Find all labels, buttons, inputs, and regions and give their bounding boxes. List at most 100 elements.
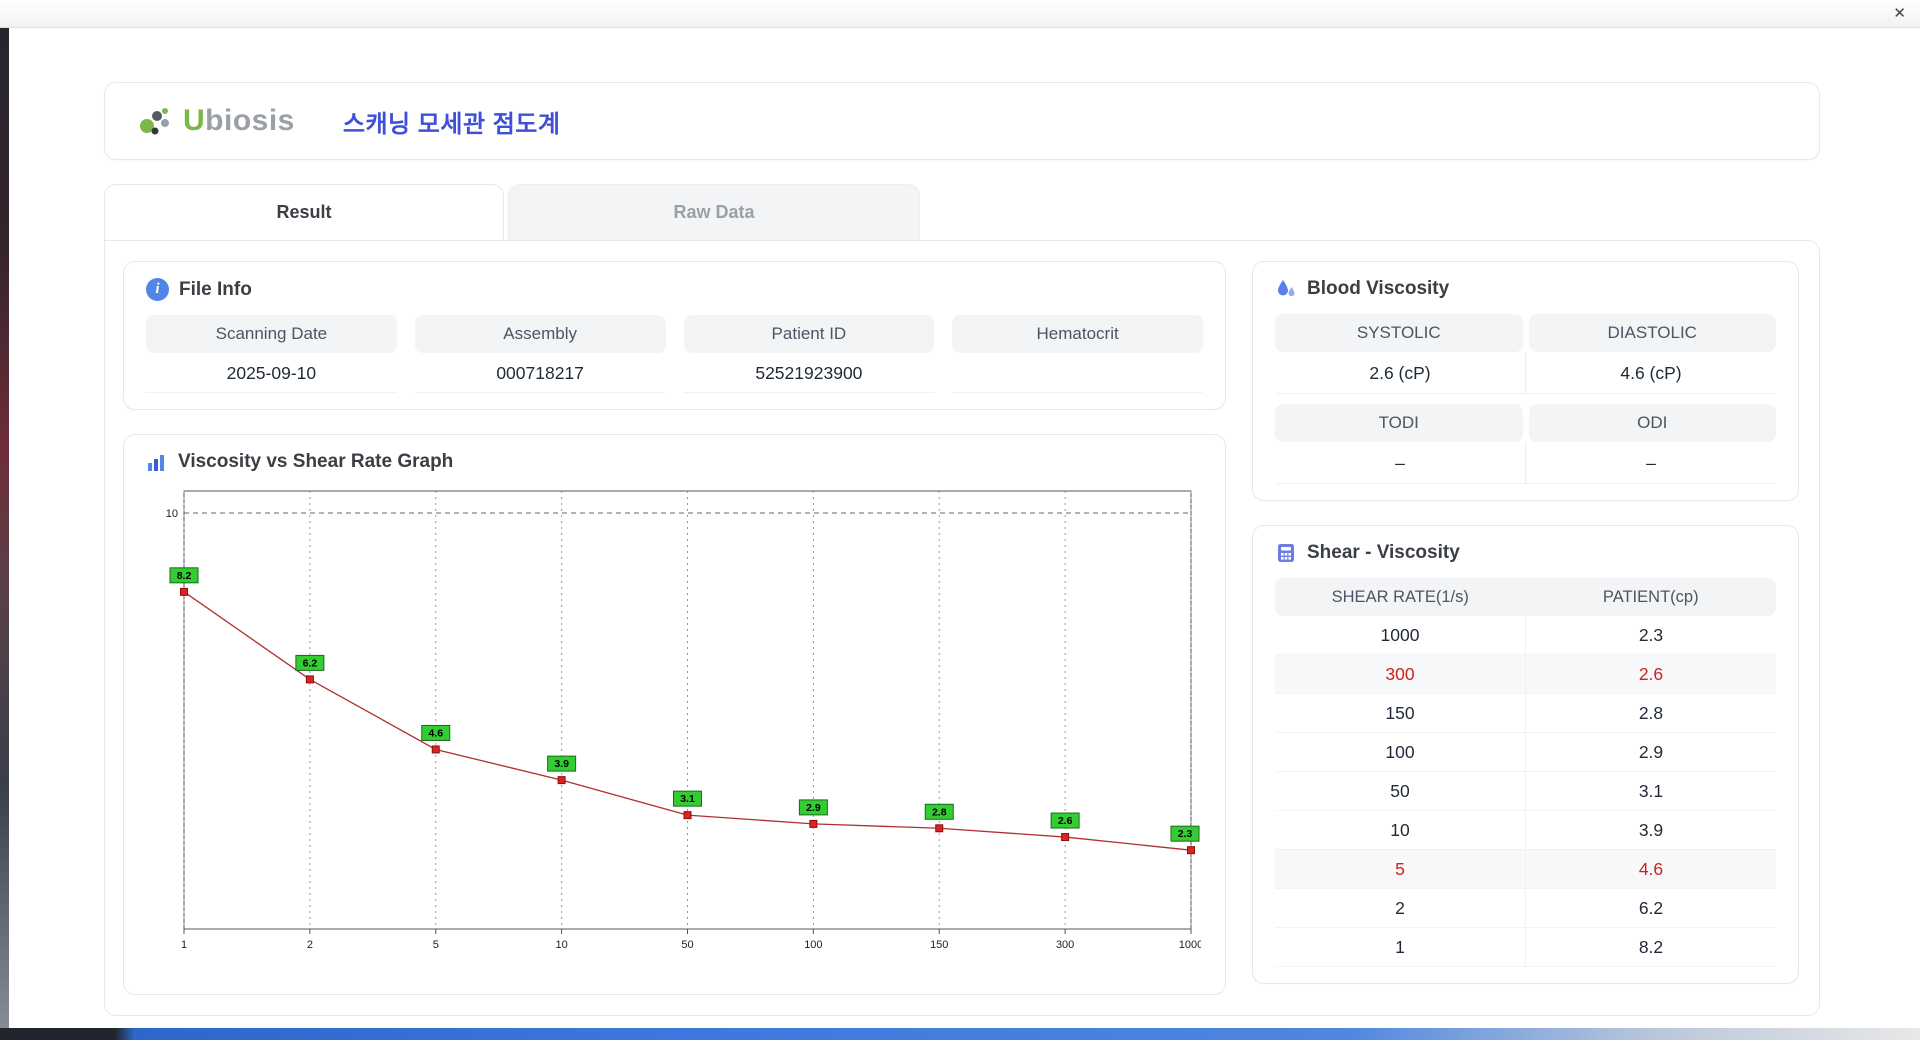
x-tick-label: 300 <box>1056 939 1074 951</box>
logo-cluster-icon <box>140 108 169 135</box>
data-point-label: 3.9 <box>554 758 569 770</box>
todi-label: TODI <box>1275 404 1523 442</box>
cell-shear-rate: 300 <box>1385 664 1415 684</box>
field-label: Scanning Date <box>146 315 397 353</box>
x-tick-label: 100 <box>804 939 822 951</box>
col-patient: PATIENT(cp) <box>1602 588 1699 606</box>
result-panel: i File Info Scanning Date 2025-09-10 Assem… <box>104 240 1820 1016</box>
blood-viscosity-card: Blood Viscosity SYSTOLIC DIASTOLIC 2.6 (… <box>1252 261 1799 501</box>
cell-shear-rate: 10 <box>1390 820 1410 840</box>
cell-patient: 6.2 <box>1525 889 1776 927</box>
tab-raw-data[interactable]: Raw Data <box>508 184 920 240</box>
data-point-marker <box>1061 833 1070 842</box>
odi-value: – <box>1525 442 1776 484</box>
field-value: 000718217 <box>414 353 666 393</box>
file-info-fields: Scanning Date 2025-09-10 Assembly 000718217… <box>146 315 1203 393</box>
data-point-label: 6.2 <box>303 657 318 669</box>
left-column: i File Info Scanning Date 2025-09-10 Assem… <box>123 261 1226 995</box>
odi-label: ODI <box>1528 404 1776 442</box>
blood-viscosity-grid: SYSTOLIC DIASTOLIC 2.6 (cP) 4.6 (cP) TOD… <box>1275 314 1776 484</box>
field-value: 2025-09-10 <box>146 353 397 393</box>
cell-patient: 2.3 <box>1525 616 1776 654</box>
data-point-marker <box>809 819 818 828</box>
shear-viscosity-title-text: Shear - Viscosity <box>1307 542 1460 563</box>
blood-viscosity-title: Blood Viscosity <box>1275 278 1776 300</box>
cell-shear-rate: 1 <box>1395 937 1405 957</box>
data-point-marker <box>1187 846 1195 855</box>
systolic-label: SYSTOLIC <box>1275 314 1523 352</box>
data-point-label: 2.6 <box>1058 815 1073 827</box>
info-icon: i <box>146 278 169 301</box>
x-tick-label: 5 <box>433 939 439 951</box>
data-point-marker <box>305 675 314 684</box>
field-value: 52521923900 <box>683 353 935 393</box>
table-row: 10 3.9 <box>1275 811 1776 850</box>
file-info-field: Patient ID 52521923900 <box>683 315 935 393</box>
app-window: Ubiosis 스캐닝 모세관 점도계 Result Raw Data i Fi… <box>9 28 1920 1028</box>
desktop-edge-left <box>0 28 9 1040</box>
file-info-title: i File Info <box>146 278 1203 301</box>
x-tick-label: 1000 <box>1179 939 1201 951</box>
data-point-marker <box>683 811 692 820</box>
file-info-card: i File Info Scanning Date 2025-09-10 Assem… <box>123 261 1226 410</box>
data-point-marker <box>935 824 944 833</box>
cell-patient: 4.6 <box>1525 850 1776 888</box>
graph-title-text: Viscosity vs Shear Rate Graph <box>178 451 454 472</box>
cell-patient: 2.8 <box>1525 694 1776 732</box>
graph-title: Viscosity vs Shear Rate Graph <box>146 451 1203 473</box>
file-info-field: Assembly 000718217 <box>414 315 666 393</box>
file-info-field: Hematocrit <box>952 315 1203 393</box>
cell-patient: 8.2 <box>1525 928 1776 966</box>
data-point-label: 2.3 <box>1178 828 1193 840</box>
droplets-icon <box>1278 280 1295 297</box>
calculator-icon <box>1278 544 1294 562</box>
data-point-label: 2.9 <box>806 802 821 814</box>
right-column: Blood Viscosity SYSTOLIC DIASTOLIC 2.6 (… <box>1252 261 1799 995</box>
graph-card: Viscosity vs Shear Rate Graph 1 2 5 10 50 100… <box>123 434 1226 995</box>
diastolic-label: DIASTOLIC <box>1528 314 1776 352</box>
x-tick-label: 50 <box>681 939 693 951</box>
col-shear-rate: SHEAR RATE(1/s) <box>1331 588 1469 606</box>
table-row: 1000 2.3 <box>1275 616 1776 655</box>
data-point-label: 4.6 <box>428 727 443 739</box>
file-info-field: Scanning Date 2025-09-10 <box>146 315 397 393</box>
field-label: Hematocrit <box>952 315 1203 353</box>
blood-viscosity-title-text: Blood Viscosity <box>1307 278 1450 299</box>
tab-bar: Result Raw Data <box>104 184 1820 240</box>
x-tick-label: 1 <box>181 939 187 951</box>
data-point-marker <box>557 776 566 785</box>
field-value <box>952 353 1203 393</box>
data-point-marker <box>180 587 188 596</box>
data-point-marker <box>431 745 440 754</box>
table-row: 100 2.9 <box>1275 733 1776 772</box>
shear-viscosity-card: Shear - Viscosity SHEAR RATE(1/s) PATIEN… <box>1252 525 1799 984</box>
shear-viscosity-title: Shear - Viscosity <box>1275 542 1776 564</box>
x-tick-label: 2 <box>307 939 313 951</box>
table-body: 1000 2.3 300 2.6 150 2.8 100 2.9 50 3.1 10 3.9 5 4.6 2… <box>1275 616 1776 967</box>
ubiosis-logo: Ubiosis <box>135 101 295 141</box>
bar-chart-icon <box>148 455 164 471</box>
data-point-label: 3.1 <box>680 793 695 805</box>
cell-patient: 3.9 <box>1525 811 1776 849</box>
file-info-title-text: File Info <box>179 278 252 300</box>
table-row: 300 2.6 <box>1275 655 1776 694</box>
field-label: Assembly <box>414 315 666 353</box>
cell-patient: 3.1 <box>1525 772 1776 810</box>
table-row: 2 6.2 <box>1275 889 1776 928</box>
cell-shear-rate: 150 <box>1385 703 1415 723</box>
desktop-edge-bottom <box>0 1028 1920 1040</box>
field-label: Patient ID <box>683 315 935 353</box>
x-tick-label: 10 <box>556 939 568 951</box>
tab-result[interactable]: Result <box>104 184 504 240</box>
diastolic-value: 4.6 (cP) <box>1525 352 1776 394</box>
cell-shear-rate: 1000 <box>1380 625 1420 645</box>
cell-shear-rate: 2 <box>1395 898 1405 918</box>
cell-shear-rate: 5 <box>1395 859 1405 879</box>
x-tick-label: 150 <box>930 939 948 951</box>
table-row: 5 4.6 <box>1275 850 1776 889</box>
brand-text: Ubiosis <box>183 104 295 137</box>
y-tick-label: 10 <box>166 508 178 520</box>
cell-shear-rate: 100 <box>1385 742 1415 762</box>
table-row: 50 3.1 <box>1275 772 1776 811</box>
close-icon[interactable]: ✕ <box>1893 4 1906 24</box>
